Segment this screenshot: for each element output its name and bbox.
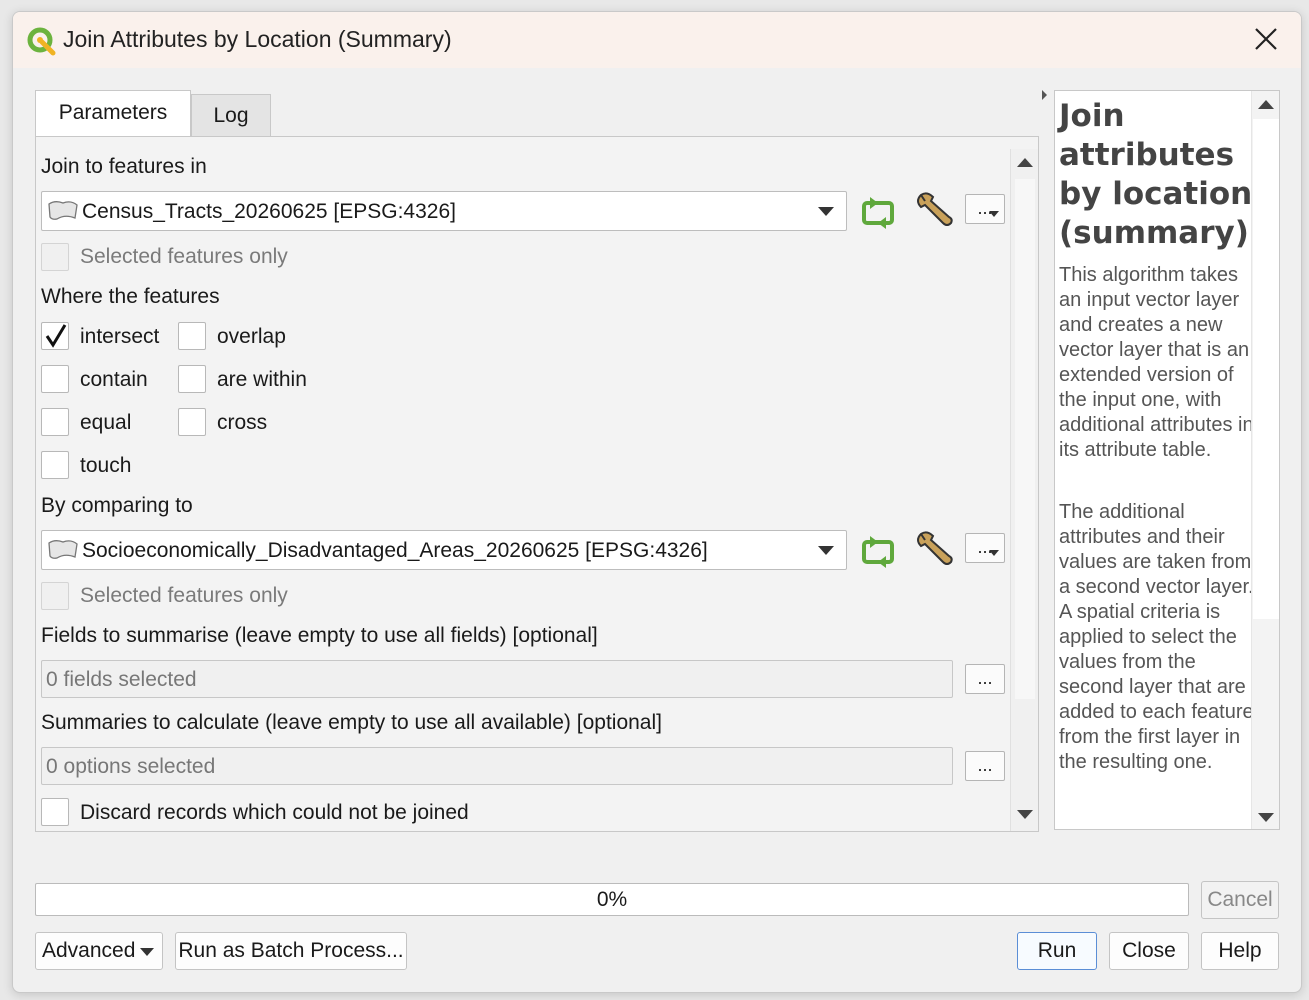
help-paragraph-2: The additional attributes and their valu… <box>1059 501 1254 773</box>
help-scrollbar[interactable] <box>1251 91 1279 829</box>
splitter-handle-icon[interactable] <box>1042 90 1047 100</box>
scroll-up-icon[interactable] <box>1017 158 1033 167</box>
compare-layer-label: By comparing to <box>41 494 193 517</box>
predicate-intersect-label: intersect <box>80 325 160 348</box>
run-button[interactable]: Run <box>1017 932 1097 970</box>
join-layer-options-button[interactable]: ... <box>965 194 1005 224</box>
tab-parameters[interactable]: Parameters <box>35 90 191 137</box>
qgis-logo-icon <box>27 27 56 56</box>
tab-log[interactable]: Log <box>191 94 271 136</box>
join-layer-value: Census_Tracts_20260625 [EPSG:4326] <box>82 200 456 223</box>
progress-text: 0% <box>596 888 628 911</box>
summaries-select-button[interactable]: ... <box>965 751 1005 781</box>
scroll-up-icon[interactable] <box>1258 100 1274 109</box>
parameters-scrollbar[interactable] <box>1010 149 1038 831</box>
chevron-down-icon <box>140 948 154 956</box>
discard-records-label: Discard records which could not be joine… <box>80 801 469 824</box>
summaries-input[interactable]: 0 options selected <box>41 747 953 785</box>
join-selected-only-checkbox[interactable] <box>41 243 69 271</box>
join-selected-only-label: Selected features only <box>80 245 288 268</box>
predicate-equal-label: equal <box>80 411 132 434</box>
advanced-label: Advanced <box>42 939 136 962</box>
compare-selected-only-checkbox[interactable] <box>41 582 69 610</box>
fields-value: 0 fields selected <box>46 668 197 691</box>
predicate-intersect-checkbox[interactable] <box>41 322 69 350</box>
cancel-button[interactable]: Cancel <box>1201 881 1279 919</box>
progress-bar: 0% <box>35 883 1189 916</box>
iterate-icon[interactable] <box>857 530 899 572</box>
join-layer-label: Join to features in <box>41 155 207 178</box>
title-bar: Join Attributes by Location (Summary) <box>13 12 1301 68</box>
help-panel: Join attributes by location (summary) Th… <box>1054 90 1280 830</box>
scroll-down-icon[interactable] <box>1258 813 1274 822</box>
wrench-icon[interactable] <box>913 189 955 231</box>
compare-layer-options-button[interactable]: ... <box>965 533 1005 563</box>
compare-layer-value: Socioeconomically_Disadvantaged_Areas_20… <box>82 539 708 562</box>
close-button[interactable]: Close <box>1109 932 1189 970</box>
join-layer-combo[interactable]: Census_Tracts_20260625 [EPSG:4326] <box>41 191 847 231</box>
predicate-within-checkbox[interactable] <box>178 365 206 393</box>
iterate-icon[interactable] <box>857 191 899 233</box>
predicate-equal-checkbox[interactable] <box>41 408 69 436</box>
fields-input[interactable]: 0 fields selected <box>41 660 953 698</box>
window-title: Join Attributes by Location (Summary) <box>63 26 452 52</box>
polygon-layer-icon <box>48 540 78 559</box>
predicate-touch-label: touch <box>80 454 132 477</box>
run-batch-button[interactable]: Run as Batch Process... <box>175 932 407 970</box>
predicate-cross-checkbox[interactable] <box>178 408 206 436</box>
wrench-icon[interactable] <box>913 528 955 570</box>
predicate-overlap-label: overlap <box>217 325 286 348</box>
fields-select-button[interactable]: ... <box>965 664 1005 694</box>
predicate-touch-checkbox[interactable] <box>41 451 69 479</box>
compare-layer-combo[interactable]: Socioeconomically_Disadvantaged_Areas_20… <box>41 530 847 570</box>
chevron-down-icon <box>818 207 834 216</box>
predicate-overlap-checkbox[interactable] <box>178 322 206 350</box>
checkmark-icon <box>45 324 67 348</box>
discard-records-checkbox[interactable] <box>41 798 69 826</box>
dialog-window: Join Attributes by Location (Summary) Pa… <box>12 11 1302 993</box>
predicate-contain-label: contain <box>80 368 148 391</box>
chevron-down-icon <box>818 546 834 555</box>
polygon-layer-icon <box>48 201 78 220</box>
help-title: Join attributes by location (summary) <box>1059 98 1253 251</box>
scrollbar-thumb[interactable] <box>1253 119 1279 619</box>
fields-label: Fields to summarise (leave empty to use … <box>41 624 598 647</box>
close-icon[interactable] <box>1251 24 1281 54</box>
predicate-label: Where the features <box>41 285 220 308</box>
summaries-value: 0 options selected <box>46 755 216 778</box>
scroll-down-icon[interactable] <box>1017 810 1033 819</box>
scrollbar-thumb[interactable] <box>1015 179 1035 699</box>
summaries-label: Summaries to calculate (leave empty to u… <box>41 711 662 734</box>
compare-selected-only-label: Selected features only <box>80 584 288 607</box>
predicate-contain-checkbox[interactable] <box>41 365 69 393</box>
help-button[interactable]: Help <box>1201 932 1279 970</box>
dropdown-arrow-icon <box>989 550 999 556</box>
dropdown-arrow-icon <box>989 211 999 217</box>
advanced-button[interactable]: Advanced <box>35 932 163 970</box>
predicate-within-label: are within <box>217 368 307 391</box>
parameters-panel: Join to features in Census_Tracts_202606… <box>35 136 1039 832</box>
help-paragraph-1: This algorithm takes an input vector lay… <box>1059 264 1254 461</box>
predicate-cross-label: cross <box>217 411 268 434</box>
